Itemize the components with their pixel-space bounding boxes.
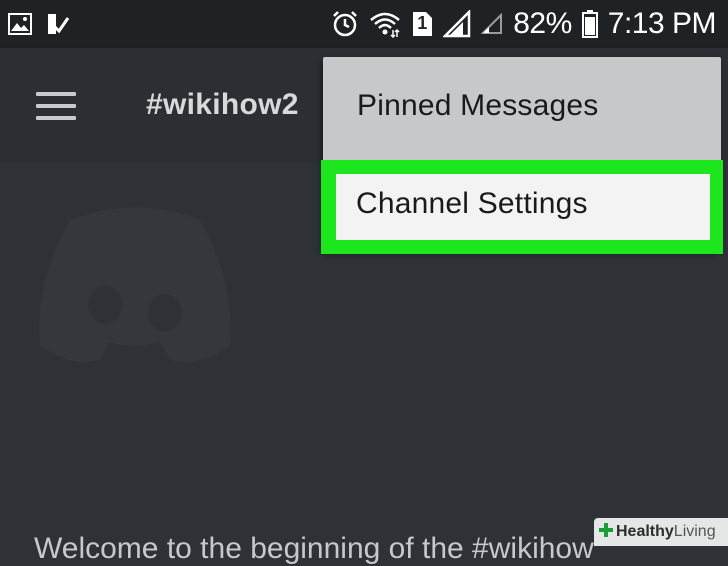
plus-cross-icon — [598, 522, 614, 543]
watermark-text: HealthyLiving — [616, 523, 716, 541]
sim-indicator-text: 1 — [417, 13, 428, 33]
watermark-logo: HealthyLiving — [594, 518, 728, 546]
watermark-brand-suffix: Living — [673, 523, 716, 540]
channel-name: #wikihow2 — [146, 88, 299, 121]
task-check-notification-icon — [46, 12, 70, 36]
menu-item-label: Channel Settings — [356, 187, 588, 220]
signal-strength-secondary-icon — [481, 13, 503, 35]
menu-item-channel-settings[interactable]: Channel Settings — [336, 174, 710, 240]
watermark-brand: Healthy — [616, 523, 674, 540]
welcome-message: Welcome to the beginning of the #wikihow… — [34, 532, 594, 565]
image-notification-icon — [8, 13, 32, 35]
status-bar-system: 1 82% 7:13 PM — [331, 6, 717, 42]
battery-percent: 82% — [513, 7, 572, 40]
hamburger-menu-icon[interactable] — [36, 92, 76, 120]
status-bar-notifications — [8, 10, 70, 38]
sim-card-icon: 1 — [411, 11, 433, 37]
signal-strength-icon — [443, 10, 471, 38]
menu-item-pinned-messages[interactable]: Pinned Messages — [323, 57, 721, 155]
wifi-icon — [369, 10, 401, 38]
battery-icon — [581, 10, 598, 38]
status-bar: 1 82% 7:13 PM — [0, 0, 728, 48]
clock-time: 7:13 PM — [607, 7, 717, 40]
alarm-clock-icon — [331, 10, 359, 38]
menu-item-label: Pinned Messages — [357, 89, 599, 122]
discord-logo-icon — [39, 207, 231, 363]
